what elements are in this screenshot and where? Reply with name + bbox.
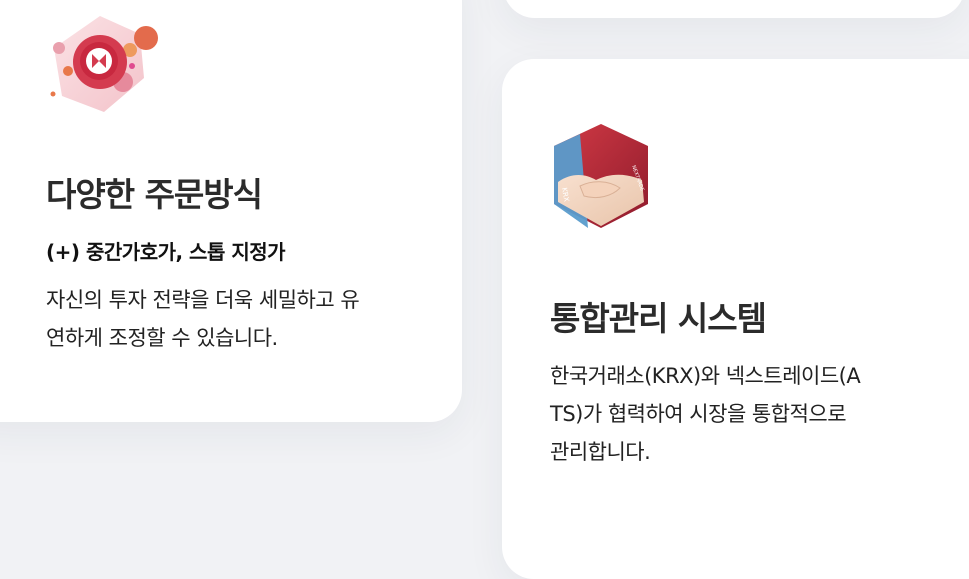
description-line: TS)가 협력하여 시장을 통합적으로 — [550, 402, 847, 426]
integrated-management-title: 통합관리 시스템 — [550, 299, 767, 338]
order-methods-title: 다양한 주문방식 — [46, 175, 263, 214]
description-line: 연하게 조정할 수 있습니다. — [46, 326, 278, 350]
feature-card-top-partial — [503, 0, 965, 18]
integrated-management-description: 한국거래소(KRX)와 넥스트레이드(A TS)가 협력하여 시장을 통합적으로… — [550, 357, 930, 471]
description-line: 자신의 투자 전략을 더욱 세밀하고 유 — [46, 288, 360, 312]
order-methods-icon — [48, 14, 160, 114]
order-methods-subtitle: (+) 중간가호가, 스톱 지정가 — [46, 240, 286, 264]
order-methods-description: 자신의 투자 전략을 더욱 세밀하고 유 연하게 조정할 수 있습니다. — [46, 281, 446, 357]
handshake-icon: KRX NEXTRADE — [550, 122, 652, 230]
description-line: 한국거래소(KRX)와 넥스트레이드(A — [550, 364, 861, 388]
description-line: 관리합니다. — [550, 440, 651, 464]
